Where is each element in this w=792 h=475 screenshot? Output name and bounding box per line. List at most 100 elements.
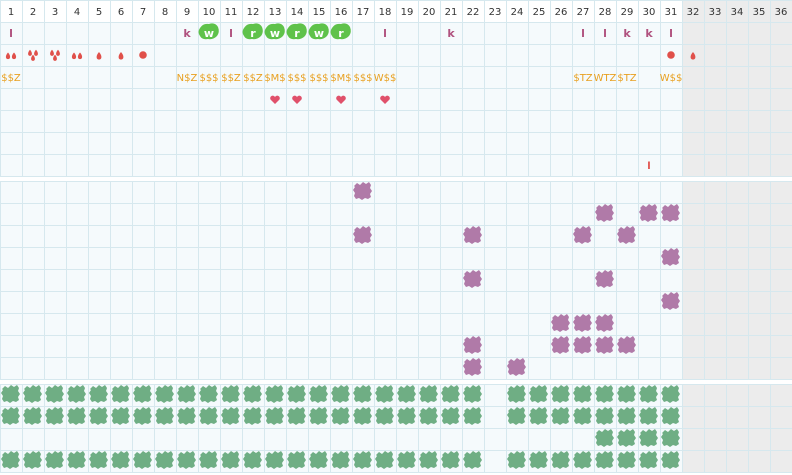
- header-day-1[interactable]: 1: [8, 7, 14, 18]
- green-entry-blob[interactable]: [177, 451, 196, 469]
- green-entry-blob[interactable]: [331, 385, 350, 403]
- header-day-5[interactable]: 5: [96, 7, 102, 18]
- purple-entry-blob[interactable]: [661, 248, 680, 266]
- green-entry-blob[interactable]: [595, 385, 614, 403]
- green-entry-blob[interactable]: [463, 407, 482, 425]
- purple-entry-blob[interactable]: [463, 336, 482, 354]
- green-entry-blob[interactable]: [89, 451, 108, 469]
- green-entry-blob[interactable]: [595, 407, 614, 425]
- green-entry-blob[interactable]: [617, 429, 636, 447]
- green-entry-blob[interactable]: [67, 451, 86, 469]
- green-entry-blob[interactable]: [617, 385, 636, 403]
- green-entry-blob[interactable]: [287, 407, 306, 425]
- green-entry-blob[interactable]: [1, 407, 20, 425]
- header-day-10[interactable]: 10: [203, 7, 216, 18]
- green-entry-blob[interactable]: [463, 451, 482, 469]
- green-entry-blob[interactable]: [661, 429, 680, 447]
- green-entry-blob[interactable]: [573, 451, 592, 469]
- green-entry-blob[interactable]: [309, 385, 328, 403]
- green-entry-blob[interactable]: [111, 407, 130, 425]
- day-letter-mark[interactable]: l: [669, 27, 673, 40]
- purple-entry-blob[interactable]: [551, 314, 570, 332]
- header-day-3[interactable]: 3: [52, 7, 58, 18]
- header-day-7[interactable]: 7: [140, 7, 146, 18]
- header-day-34[interactable]: 34: [731, 7, 744, 18]
- purple-entry-blob[interactable]: [661, 292, 680, 310]
- green-entry-blob[interactable]: [397, 451, 416, 469]
- green-entry-blob[interactable]: [639, 385, 658, 403]
- purple-entry-blob[interactable]: [463, 226, 482, 244]
- header-day-25[interactable]: 25: [533, 7, 546, 18]
- purple-entry-blob[interactable]: [573, 314, 592, 332]
- day-letter-mark[interactable]: l: [383, 27, 387, 40]
- header-day-18[interactable]: 18: [379, 7, 392, 18]
- green-entry-blob[interactable]: [419, 385, 438, 403]
- header-day-32[interactable]: 32: [687, 7, 700, 18]
- header-day-26[interactable]: 26: [555, 7, 568, 18]
- purple-entry-blob[interactable]: [595, 204, 614, 222]
- green-entry-blob[interactable]: [199, 385, 218, 403]
- green-entry-blob[interactable]: [177, 385, 196, 403]
- green-entry-blob[interactable]: [441, 407, 460, 425]
- green-entry-blob[interactable]: [661, 407, 680, 425]
- green-entry-blob[interactable]: [221, 385, 240, 403]
- green-entry-blob[interactable]: [507, 407, 526, 425]
- green-entry-blob[interactable]: [331, 451, 350, 469]
- header-day-20[interactable]: 20: [423, 7, 436, 18]
- header-day-6[interactable]: 6: [118, 7, 124, 18]
- green-entry-blob[interactable]: [111, 451, 130, 469]
- green-entry-blob[interactable]: [419, 407, 438, 425]
- green-entry-blob[interactable]: [23, 451, 42, 469]
- green-entry-blob[interactable]: [529, 407, 548, 425]
- green-entry-blob[interactable]: [23, 407, 42, 425]
- header-day-22[interactable]: 22: [467, 7, 480, 18]
- header-day-23[interactable]: 23: [489, 7, 502, 18]
- green-entry-blob[interactable]: [243, 407, 262, 425]
- green-entry-blob[interactable]: [661, 451, 680, 469]
- green-entry-blob[interactable]: [309, 451, 328, 469]
- header-day-12[interactable]: 12: [247, 7, 260, 18]
- day-letter-mark[interactable]: l: [603, 27, 607, 40]
- green-entry-blob[interactable]: [1, 451, 20, 469]
- green-entry-blob[interactable]: [133, 407, 152, 425]
- green-entry-blob[interactable]: [639, 407, 658, 425]
- green-entry-blob[interactable]: [661, 385, 680, 403]
- green-entry-blob[interactable]: [133, 451, 152, 469]
- green-entry-blob[interactable]: [595, 429, 614, 447]
- header-day-29[interactable]: 29: [621, 7, 634, 18]
- green-entry-blob[interactable]: [45, 407, 64, 425]
- day-letter-mark[interactable]: l: [229, 27, 233, 40]
- header-day-30[interactable]: 30: [643, 7, 656, 18]
- purple-entry-blob[interactable]: [507, 358, 526, 376]
- green-entry-blob[interactable]: [551, 451, 570, 469]
- green-entry-blob[interactable]: [155, 451, 174, 469]
- green-entry-blob[interactable]: [1, 385, 20, 403]
- green-entry-blob[interactable]: [67, 407, 86, 425]
- green-entry-blob[interactable]: [111, 385, 130, 403]
- purple-entry-blob[interactable]: [617, 336, 636, 354]
- green-entry-blob[interactable]: [463, 385, 482, 403]
- green-entry-blob[interactable]: [221, 407, 240, 425]
- green-entry-blob[interactable]: [287, 385, 306, 403]
- header-day-14[interactable]: 14: [291, 7, 304, 18]
- day-letter-mark[interactable]: k: [623, 27, 631, 40]
- header-day-15[interactable]: 15: [313, 7, 326, 18]
- header-day-27[interactable]: 27: [577, 7, 590, 18]
- header-day-28[interactable]: 28: [599, 7, 612, 18]
- green-entry-blob[interactable]: [155, 407, 174, 425]
- purple-entry-blob[interactable]: [595, 314, 614, 332]
- green-entry-blob[interactable]: [353, 451, 372, 469]
- purple-entry-blob[interactable]: [595, 270, 614, 288]
- purple-entry-blob[interactable]: [551, 336, 570, 354]
- header-day-8[interactable]: 8: [162, 7, 168, 18]
- green-entry-blob[interactable]: [331, 407, 350, 425]
- header-day-21[interactable]: 21: [445, 7, 458, 18]
- green-entry-blob[interactable]: [287, 451, 306, 469]
- green-entry-blob[interactable]: [573, 385, 592, 403]
- day-letter-mark[interactable]: k: [183, 27, 191, 40]
- header-day-4[interactable]: 4: [74, 7, 80, 18]
- green-entry-blob[interactable]: [89, 385, 108, 403]
- header-day-31[interactable]: 31: [665, 7, 678, 18]
- header-day-33[interactable]: 33: [709, 7, 722, 18]
- green-entry-blob[interactable]: [67, 385, 86, 403]
